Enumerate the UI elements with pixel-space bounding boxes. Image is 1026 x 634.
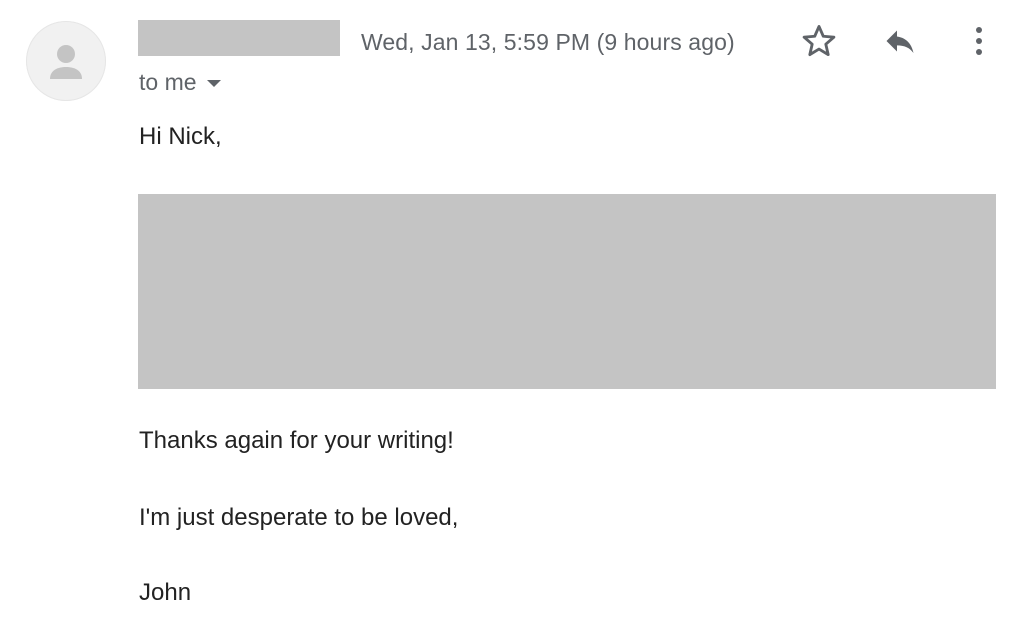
reply-button[interactable]: [878, 19, 922, 63]
star-outline-icon: [802, 25, 836, 57]
star-button[interactable]: [797, 19, 841, 63]
greeting-text: Hi Nick,: [139, 123, 222, 150]
recipient-details-toggle[interactable]: to me: [139, 69, 222, 96]
recipient-label: to me: [139, 69, 197, 95]
body-line: I'm just desperate to be loved,: [139, 504, 459, 531]
more-vertical-icon: [976, 27, 982, 55]
body-line: Thanks again for your writing!: [139, 427, 454, 454]
signature-text: John: [139, 579, 192, 606]
sender-avatar[interactable]: [26, 21, 106, 101]
caret-down-icon: [206, 80, 221, 87]
person-icon: [50, 45, 82, 79]
sender-name-redacted: [138, 20, 340, 56]
message-timestamp: Wed, Jan 13, 5:59 PM (9 hours ago): [361, 29, 735, 55]
more-options-button[interactable]: [957, 19, 1001, 63]
body-redacted-block: [138, 194, 996, 389]
reply-icon: [886, 30, 914, 53]
